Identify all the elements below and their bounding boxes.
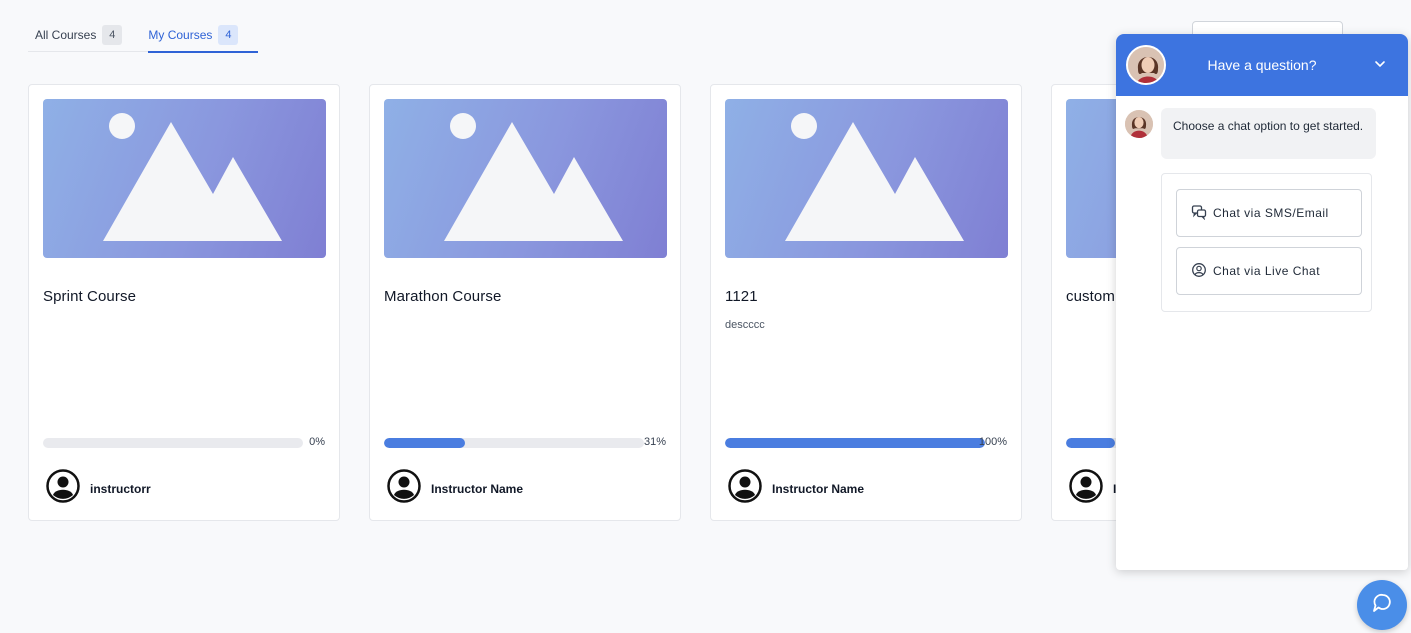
tab-all-courses[interactable]: All Courses 4 (35, 24, 123, 52)
instructor-name: Instructor Name (772, 481, 865, 496)
progress-percent: 0% (309, 436, 325, 448)
progress-fill (384, 438, 465, 448)
user-avatar-icon (46, 469, 80, 508)
instructor-name: Instructor Name (431, 481, 524, 496)
tab-my-courses[interactable]: My Courses 4 (148, 24, 259, 53)
chat-options: Chat via SMS/Email Chat via Live Chat (1161, 173, 1372, 312)
chat-live-chat-button[interactable]: Chat via Live Chat (1176, 247, 1362, 295)
progress-percent: 100% (978, 436, 1007, 448)
instructor-info: I (1069, 469, 1116, 508)
course-thumbnail (384, 99, 667, 258)
tab-count-badge: 4 (218, 25, 239, 45)
progress-bar (725, 438, 985, 448)
course-tabs: All Courses 4 My Courses 4 (28, 24, 259, 53)
instructor-info: Instructor Name (387, 469, 523, 508)
instructor-info: Instructor Name (728, 469, 864, 508)
option-label: Chat via SMS/Email (1213, 206, 1329, 220)
tab-count-badge: 4 (102, 25, 123, 45)
progress-fill (1066, 438, 1116, 448)
chat-title: Have a question? (1207, 57, 1317, 73)
course-description: descccc (725, 319, 765, 331)
course-title: Sprint Course (43, 288, 137, 305)
image-placeholder-icon (785, 113, 964, 241)
agent-avatar (1125, 110, 1153, 138)
course-thumbnail (43, 99, 326, 258)
chat-launcher-button[interactable] (1357, 580, 1407, 630)
chevron-down-icon[interactable] (1372, 56, 1388, 72)
chat-header: Have a question? (1116, 34, 1408, 96)
progress-bar (384, 438, 644, 448)
chat-message-bubble: Choose a chat option to get started. (1161, 108, 1376, 159)
sms-chat-icon (1191, 204, 1207, 223)
image-placeholder-icon (103, 113, 282, 241)
course-card[interactable]: Marathon Course 31% Instructor Name (369, 84, 681, 521)
progress-bar (43, 438, 303, 448)
course-title: custom (1066, 288, 1115, 305)
course-title: Marathon Course (384, 288, 502, 305)
tab-label: My Courses (148, 28, 213, 42)
chat-sms-email-button[interactable]: Chat via SMS/Email (1176, 189, 1362, 237)
tab-label: All Courses (35, 28, 97, 42)
progress-fill (725, 438, 985, 448)
course-card[interactable]: 1121 descccc 100% Instructor Name (710, 84, 1022, 521)
course-thumbnail (725, 99, 1008, 258)
instructor-info: instructorr (46, 469, 151, 508)
chat-widget: Have a question? Choose a chat option to… (1116, 34, 1408, 570)
instructor-name: instructorr (90, 481, 151, 496)
user-avatar-icon (387, 469, 421, 508)
image-placeholder-icon (444, 113, 623, 241)
course-title: 1121 (725, 288, 758, 305)
progress-percent: 31% (643, 436, 666, 448)
course-card[interactable]: Sprint Course 0% instructorr (28, 84, 340, 521)
option-label: Chat via Live Chat (1213, 264, 1321, 278)
user-avatar-icon (1069, 469, 1103, 508)
chat-bubble-icon (1370, 591, 1394, 620)
user-avatar-icon (728, 469, 762, 508)
live-chat-icon (1191, 262, 1207, 281)
